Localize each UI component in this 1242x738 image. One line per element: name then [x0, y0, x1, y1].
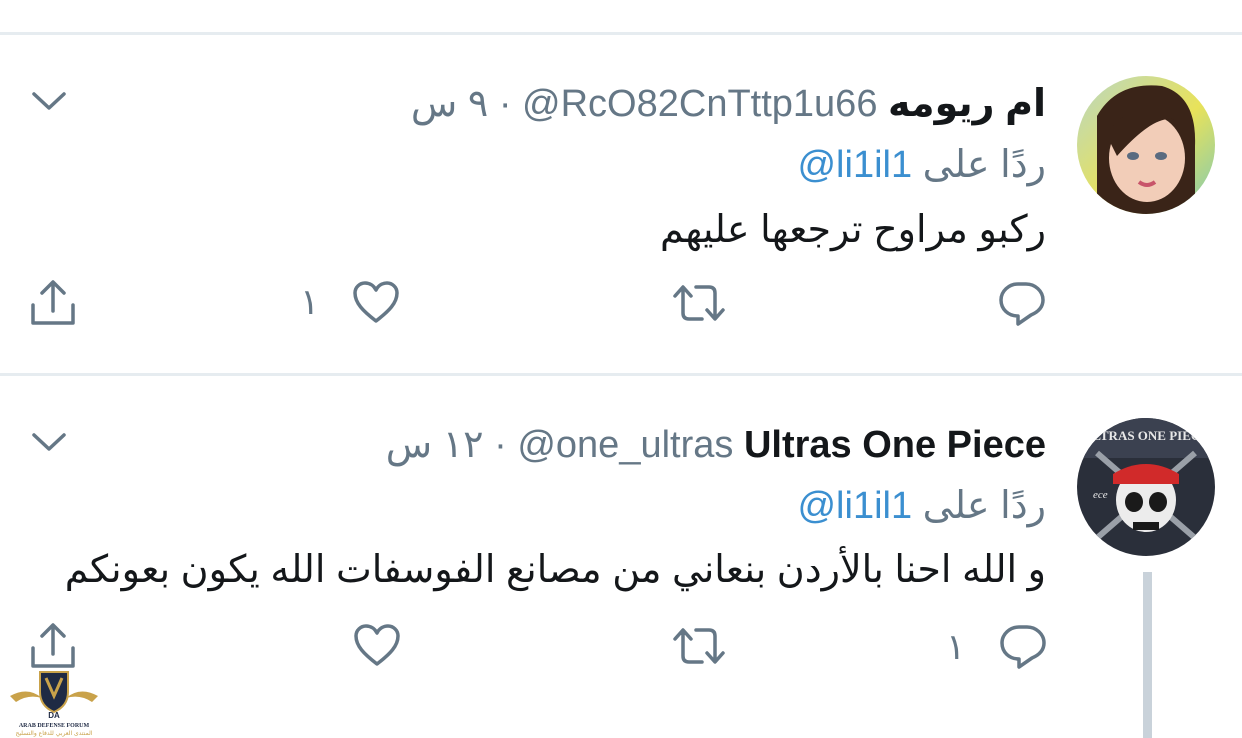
logo-line2: المنتدى العربي للدفاع والتسليح — [16, 730, 93, 737]
reply-count: ١ — [946, 626, 966, 667]
mention-link[interactable]: @li1il1 — [797, 144, 912, 186]
tweet-1[interactable]: ام ريومه @RcO82CnTttp1u66 · ٩ س ردًا على… — [0, 35, 1242, 373]
like-button[interactable]: ١ — [300, 281, 400, 323]
timestamp[interactable]: ٩ س — [411, 83, 488, 125]
share-button[interactable] — [30, 279, 76, 327]
logo-line1: ARAB DEFENSE FORUM — [19, 723, 90, 729]
mention-link[interactable]: @li1il1 — [797, 485, 912, 527]
share-button[interactable] — [30, 622, 76, 670]
reply-bubble-icon — [999, 282, 1045, 326]
retweet-button[interactable] — [672, 283, 726, 323]
chevron-down-icon[interactable] — [30, 431, 68, 455]
share-icon — [31, 623, 75, 668]
username-handle[interactable]: @RcO82CnTttp1u66 — [522, 83, 877, 125]
thread-connector-line — [1143, 572, 1152, 738]
retweet-icon — [673, 628, 725, 664]
share-icon — [31, 280, 75, 325]
tweet-2[interactable]: ULTRAS ONE PIECE ece Ultras One Piece @o… — [0, 376, 1242, 738]
chevron-down-icon[interactable] — [30, 90, 68, 114]
svg-text:ULTRAS ONE PIECE: ULTRAS ONE PIECE — [1083, 428, 1209, 443]
separator-dot: · — [494, 424, 507, 466]
reply-button[interactable] — [998, 281, 1046, 327]
svg-text:ece: ece — [1093, 489, 1108, 501]
retweet-icon — [673, 285, 725, 321]
tweet-header: ام ريومه @RcO82CnTttp1u66 · ٩ س — [411, 80, 1046, 128]
avatar-skull-pirate-icon: ULTRAS ONE PIECE ece — [1077, 418, 1215, 556]
tweet-text: و الله احنا بالأردن بنعاني من مصانع الفو… — [64, 549, 1046, 591]
avatar-photo-girl-icon — [1077, 76, 1215, 214]
display-name[interactable]: Ultras One Piece — [744, 424, 1046, 466]
avatar[interactable]: ULTRAS ONE PIECE ece — [1077, 418, 1215, 556]
username-handle[interactable]: @one_ultras — [517, 424, 733, 466]
heart-icon — [354, 624, 400, 666]
like-count: ١ — [300, 281, 320, 322]
retweet-button[interactable] — [672, 626, 726, 666]
tweet-header: Ultras One Piece @one_ultras · ١٢ س — [386, 421, 1046, 469]
replying-to: ردًا على @li1il1 — [797, 141, 1046, 189]
display-name[interactable]: ام ريومه — [888, 83, 1046, 125]
avatar[interactable] — [1077, 76, 1215, 214]
logo-monogram: DA — [48, 711, 60, 720]
reply-bubble-icon — [1000, 625, 1047, 669]
like-button[interactable] — [354, 624, 400, 666]
replying-prefix: ردًا على — [922, 485, 1046, 527]
reply-button[interactable]: ١ — [946, 624, 1047, 670]
timestamp[interactable]: ١٢ س — [386, 424, 484, 466]
separator-dot: · — [498, 83, 512, 125]
heart-icon — [353, 281, 400, 323]
replying-to: ردًا على @li1il1 — [797, 482, 1046, 530]
tweet-text: ركبو مراوح ترجعها عليهم — [660, 209, 1046, 251]
replying-prefix: ردًا على — [922, 144, 1046, 186]
arab-defense-forum-logo-icon: DA ARAB DEFENSE FORUM المنتدى العربي للد… — [10, 671, 98, 737]
